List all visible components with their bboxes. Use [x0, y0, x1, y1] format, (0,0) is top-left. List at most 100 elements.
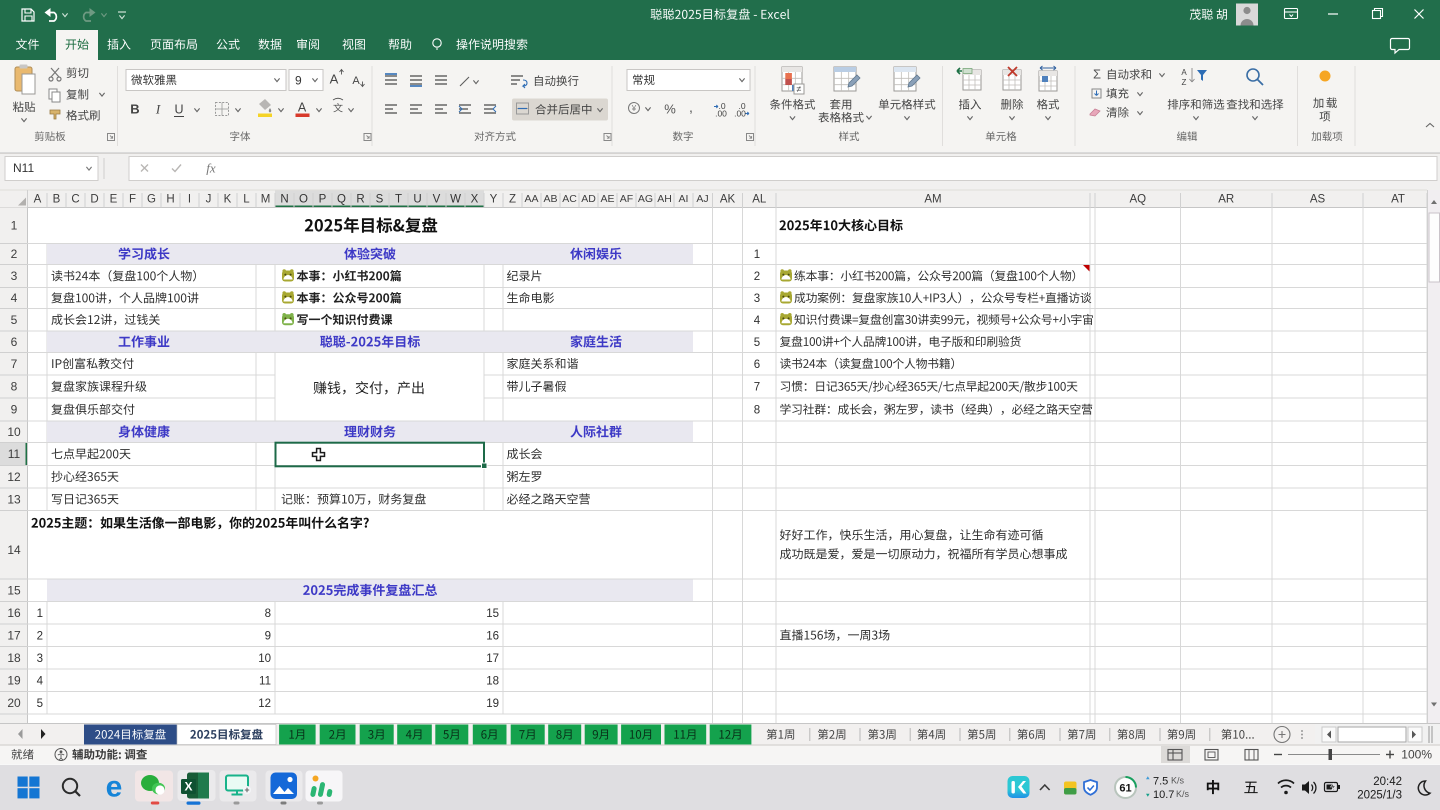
svg-text:M: M	[261, 194, 271, 206]
svg-text:AL: AL	[752, 194, 767, 206]
svg-text:17: 17	[7, 629, 21, 643]
svg-text:AJ: AJ	[696, 193, 708, 205]
svg-text:Z: Z	[509, 194, 516, 206]
svg-text:19: 19	[7, 674, 21, 688]
svg-text:O: O	[299, 194, 308, 206]
svg-text:B: B	[53, 194, 61, 206]
svg-text:AS: AS	[1310, 194, 1326, 206]
svg-text:R: R	[356, 194, 364, 206]
svg-text:V: V	[433, 194, 441, 206]
svg-text:61: 61	[1119, 782, 1131, 794]
svg-text:AD: AD	[581, 193, 596, 205]
svg-text:%: %	[664, 102, 676, 117]
svg-text:8: 8	[11, 380, 18, 394]
svg-text:D: D	[90, 194, 98, 206]
svg-text:K/s: K/s	[1171, 776, 1185, 786]
svg-text:≠: ≠	[797, 84, 802, 94]
svg-text:1: 1	[37, 608, 43, 620]
svg-text:S: S	[376, 194, 384, 206]
svg-text:E: E	[110, 194, 118, 206]
svg-text:C: C	[71, 194, 79, 206]
svg-text:AT: AT	[1391, 194, 1405, 206]
svg-text:15: 15	[7, 584, 21, 598]
svg-text:I: I	[155, 102, 161, 117]
svg-text:4: 4	[11, 291, 18, 305]
svg-text:A: A	[330, 72, 339, 87]
svg-text:H: H	[166, 194, 174, 206]
svg-text:5: 5	[37, 698, 43, 710]
svg-text:10: 10	[7, 425, 21, 439]
svg-text:7: 7	[754, 382, 760, 394]
svg-text:P: P	[319, 194, 327, 206]
svg-text:5: 5	[11, 313, 18, 327]
svg-text:N11: N11	[13, 161, 34, 175]
svg-text:,: ,	[689, 99, 693, 115]
svg-text:4: 4	[754, 315, 761, 327]
svg-text:20:42: 20:42	[1373, 776, 1402, 788]
svg-text:13: 13	[7, 492, 21, 506]
svg-text:AC: AC	[562, 193, 577, 205]
svg-text:8: 8	[754, 405, 760, 417]
svg-text:AA: AA	[524, 193, 538, 205]
svg-text:J: J	[206, 194, 212, 206]
svg-text:11: 11	[259, 675, 271, 687]
svg-text:AE: AE	[600, 193, 614, 205]
svg-text:12: 12	[7, 470, 21, 484]
svg-text:.00: .00	[715, 109, 727, 119]
svg-text:F: F	[129, 194, 136, 206]
svg-text:Y: Y	[490, 194, 498, 206]
svg-text:AR: AR	[1218, 194, 1234, 206]
svg-text:W: W	[450, 194, 461, 206]
svg-text:9: 9	[295, 74, 302, 88]
svg-text:2: 2	[754, 271, 760, 283]
svg-text:K: K	[224, 194, 232, 206]
svg-text:12: 12	[258, 698, 271, 710]
svg-text:3: 3	[11, 269, 18, 283]
svg-text:N: N	[280, 194, 288, 206]
svg-text:Q: Q	[337, 194, 346, 206]
svg-text:¥: ¥	[631, 104, 637, 113]
svg-text:15: 15	[486, 608, 499, 620]
svg-text:K/s: K/s	[1176, 789, 1190, 799]
svg-text:3: 3	[754, 293, 760, 305]
svg-text:3: 3	[37, 653, 43, 665]
svg-text:X: X	[184, 780, 192, 794]
svg-text:AH: AH	[657, 193, 672, 205]
svg-text:I: I	[188, 194, 191, 206]
svg-text:2025/1/3: 2025/1/3	[1357, 790, 1402, 802]
svg-text:10.7: 10.7	[1153, 789, 1174, 801]
svg-text:8: 8	[265, 608, 271, 620]
svg-text:14: 14	[7, 543, 21, 557]
svg-text:16: 16	[7, 606, 21, 620]
svg-text:17: 17	[486, 653, 499, 665]
svg-text:B: B	[130, 102, 139, 117]
svg-text:19: 19	[486, 698, 499, 710]
svg-text:1: 1	[11, 219, 18, 233]
svg-text:.00: .00	[734, 109, 746, 119]
svg-text:L: L	[243, 194, 250, 206]
svg-text:11: 11	[8, 447, 21, 461]
svg-text:20: 20	[7, 696, 21, 710]
svg-text:A: A	[1181, 68, 1187, 77]
svg-text:A: A	[298, 100, 307, 114]
svg-text:Σ: Σ	[1093, 67, 1101, 82]
svg-text:A: A	[352, 75, 360, 87]
svg-text:6: 6	[754, 359, 760, 371]
svg-text:6: 6	[11, 335, 18, 349]
svg-text:1: 1	[754, 249, 760, 261]
svg-text:AK: AK	[720, 194, 736, 206]
svg-text:AM: AM	[924, 194, 941, 206]
svg-text:5: 5	[754, 337, 760, 349]
svg-text:7: 7	[11, 357, 18, 371]
svg-text:Z: Z	[1182, 78, 1187, 87]
svg-text:2: 2	[11, 247, 18, 261]
svg-text:fx: fx	[206, 161, 216, 176]
svg-text:U: U	[413, 194, 421, 206]
svg-text:16: 16	[486, 630, 499, 642]
svg-text:7.5: 7.5	[1153, 775, 1168, 787]
svg-text:G: G	[147, 194, 156, 206]
svg-text:A: A	[34, 194, 42, 206]
svg-text:U: U	[174, 102, 183, 116]
svg-text:100%: 100%	[1401, 748, 1432, 762]
svg-text:AG: AG	[638, 193, 653, 205]
